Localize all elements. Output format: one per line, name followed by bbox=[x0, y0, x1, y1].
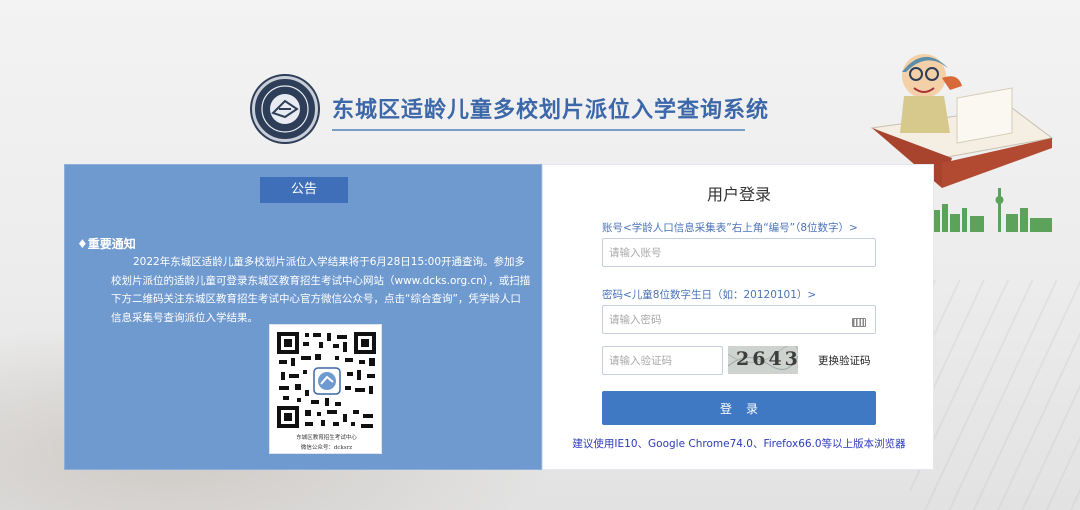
notice-body: 2022年东城区适龄儿童多校划片派位入学结果将于6月28日15:00开通查询。参… bbox=[111, 256, 531, 324]
captcha-image[interactable]: 2643 bbox=[728, 346, 798, 374]
login-title: 用户登录 bbox=[706, 185, 771, 204]
notice-heading: ♦重要通知 bbox=[77, 237, 136, 251]
login-button[interactable]: 登录 bbox=[602, 391, 876, 425]
captcha-text: 2643 bbox=[736, 348, 798, 370]
login-panel: 用户登录 账号<学龄人口信息采集表”右上角“编号”（8位数字）> 密码<儿童8位… bbox=[542, 164, 934, 470]
school-logo bbox=[252, 76, 318, 142]
qr-code-icon bbox=[275, 330, 378, 430]
qr-caption-org: 东城区教育招生考试中心 bbox=[296, 435, 357, 441]
site-header: 东城区适龄儿童多校划片派位入学查询系统 bbox=[252, 76, 768, 142]
background-sketch-decoration bbox=[910, 280, 1080, 510]
account-label: 账号<学龄人口信息采集表”右上角“编号”（8位数字）> bbox=[602, 222, 858, 234]
wechat-qr-code: 东城区教育招生考试中心 微信公众号：dcksrz bbox=[269, 324, 382, 454]
password-label: 密码<儿童8位数字生日（如：20120101）> bbox=[602, 289, 817, 301]
qr-caption-account: 微信公众号：dcksrz bbox=[300, 445, 353, 451]
refresh-captcha-link[interactable]: 更换验证码 bbox=[818, 353, 871, 368]
browser-recommendation: 建议使用IE10、Google Chrome74.0、Firefox66.0等以… bbox=[572, 438, 906, 450]
account-input[interactable] bbox=[602, 238, 876, 267]
title-underline bbox=[332, 129, 745, 131]
tab-announcement[interactable]: 公告 bbox=[260, 177, 348, 203]
page-title: 东城区适龄儿童多校划片派位入学查询系统 bbox=[332, 98, 770, 123]
password-input[interactable] bbox=[602, 305, 876, 334]
keyboard-icon[interactable] bbox=[852, 318, 866, 327]
notice-panel: 公告 ♦重要通知 2022年东城区适龄儿童多校划片派位入学结果将于6月28日15… bbox=[64, 164, 542, 470]
captcha-input[interactable] bbox=[602, 346, 723, 375]
